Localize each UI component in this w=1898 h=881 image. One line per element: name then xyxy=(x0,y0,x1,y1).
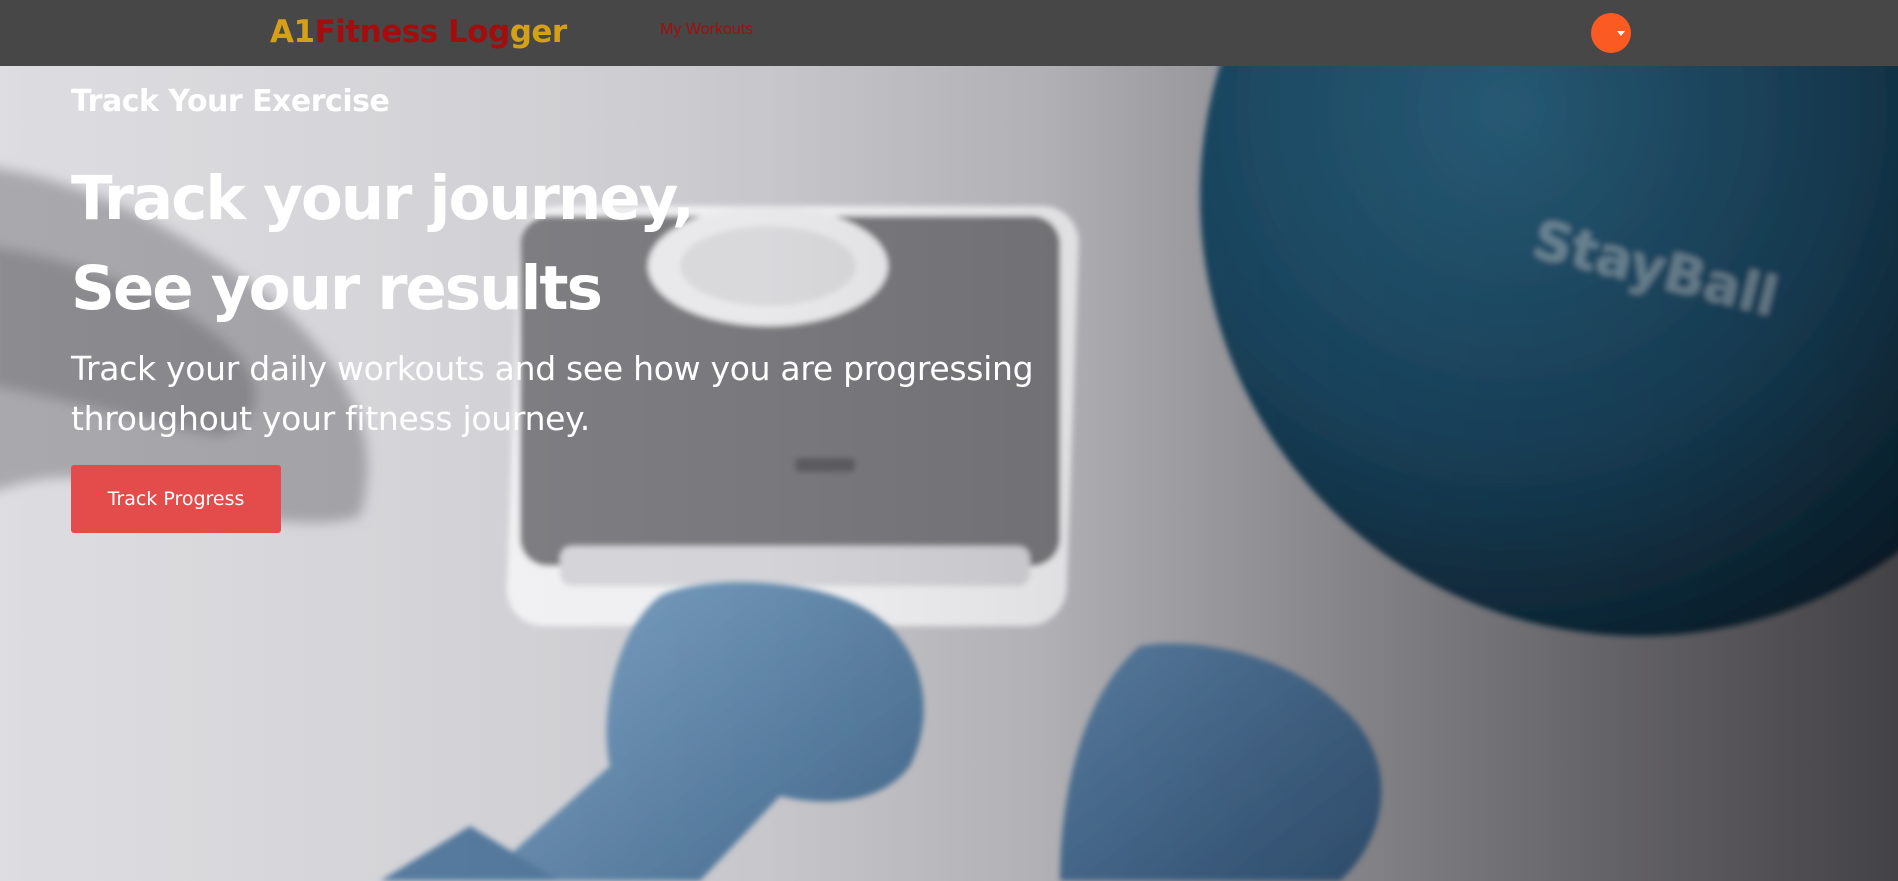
caret-down-icon xyxy=(1617,31,1625,36)
hero-subtext: Track your daily workouts and see how yo… xyxy=(71,349,1034,438)
brand-part-a1: A1 xyxy=(270,14,315,50)
navbar: A1 Fitness Logger My Workouts xyxy=(0,0,1898,66)
track-progress-button[interactable]: Track Progress xyxy=(71,465,281,533)
brand-logo[interactable]: A1 Fitness Logger xyxy=(270,12,567,52)
page: StayBall A1 Fitness Logger My Workouts T… xyxy=(0,0,1898,881)
user-menu-toggle[interactable] xyxy=(1591,13,1631,53)
hero-headline: Track your journey, See your results xyxy=(71,154,695,334)
nav-link-my-workouts[interactable]: My Workouts xyxy=(660,21,753,39)
brand-part-fitness-log: Fitness Log xyxy=(314,14,511,50)
brand-part-ger: ger xyxy=(509,14,568,50)
hero-headline-line1: Track your journey, xyxy=(71,163,695,234)
hero-headline-line2: See your results xyxy=(71,253,603,324)
hero-eyebrow: Track Your Exercise xyxy=(71,84,390,119)
